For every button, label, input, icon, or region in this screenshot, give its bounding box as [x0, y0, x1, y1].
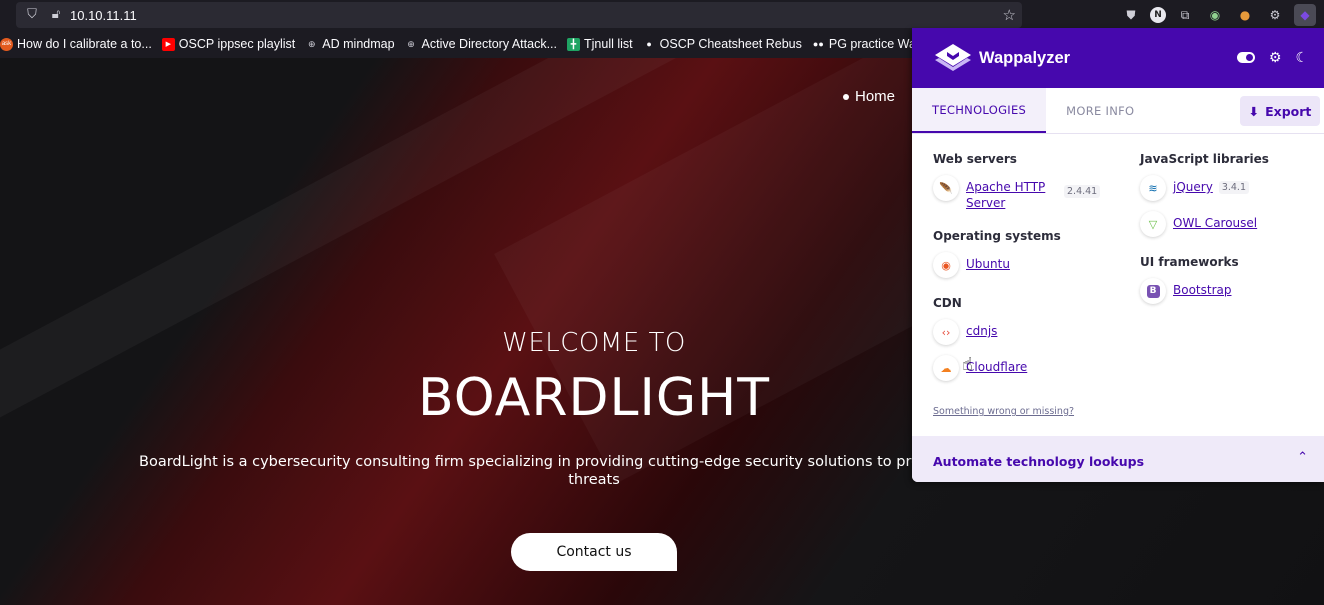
wappalyzer-logo-icon [935, 44, 971, 71]
export-button[interactable]: ⬇ Export [1240, 96, 1320, 126]
category-spacer [933, 288, 1123, 296]
bookmark-label[interactable]: PG practice Walk [829, 37, 925, 51]
tab-more-info[interactable]: MORE INFO [1046, 88, 1154, 133]
notion-icon[interactable]: N [1150, 7, 1166, 23]
wappalyzer-controls: ⚙ ☾ [1236, 50, 1308, 66]
category-heading: CDN [933, 296, 962, 310]
owl-carousel-icon: ▽ [1140, 211, 1166, 237]
technology-name-link[interactable]: Ubuntu [966, 256, 1010, 272]
category-spacer [1140, 314, 1324, 322]
globe-icon: ⊕ [308, 38, 316, 49]
cloudflare-icon: ☁ [933, 355, 959, 381]
apache-feather-icon: 🪶 [933, 175, 959, 201]
something-wrong-link[interactable]: Something wrong or missing? [933, 406, 1074, 417]
bookmark-item[interactable]: ⊕ Active Directory Attack... [405, 37, 557, 51]
url-text[interactable]: 10.10.11.11 [70, 8, 137, 23]
category-spacer [933, 391, 1123, 399]
lock-icon[interactable]: 🔓︎ [48, 7, 64, 23]
technology-name-link[interactable]: Cloudflare [966, 359, 1027, 375]
wappalyzer-brand: Wappalyzer [979, 48, 1071, 67]
bookmark-item[interactable]: ╋ Tjnull list [567, 37, 633, 51]
dark-mode-moon-icon[interactable]: ☾ [1295, 50, 1308, 66]
bookmark-label[interactable]: AD mindmap [322, 37, 394, 51]
extensions-puzzle-icon[interactable]: ⧉ [1174, 4, 1196, 26]
hand-cursor-icon: ☝ [962, 354, 973, 375]
category-spacer [1140, 247, 1324, 255]
bookmark-label[interactable]: How do I calibrate a to... [17, 37, 152, 51]
bookmark-star-icon[interactable]: ☆ [1003, 6, 1016, 24]
technology-name-link[interactable]: jQuery [1173, 179, 1213, 195]
shield-icon[interactable]: ⛉ [24, 7, 40, 23]
bookmark-item[interactable]: ask How do I calibrate a to... [0, 37, 152, 51]
technology-item[interactable]: B Bootstrap [1140, 278, 1324, 304]
github-icon: ● [646, 39, 652, 49]
browser-toolbar: ⛉ 🔓︎ 10.10.11.11 ☆ ⛊ N ⧉ ◉ ● ⚙ ◆ [0, 0, 1324, 30]
export-label: Export [1265, 103, 1312, 119]
ask-icon: ask [0, 37, 13, 51]
jquery-icon: ≋ [1140, 175, 1166, 201]
bookmark-label[interactable]: Tjnull list [584, 37, 633, 51]
wappalyzer-popup: Wappalyzer ⚙ ☾ TECHNOLOGIES MORE INFO ⬇ … [912, 28, 1324, 482]
globe-icon: ⊕ [407, 38, 415, 49]
bookmark-label[interactable]: OSCP ippsec playlist [179, 37, 296, 51]
address-bar[interactable]: ⛉ 🔓︎ 10.10.11.11 ☆ [16, 2, 1022, 28]
settings-gear-icon[interactable]: ⚙ [1269, 50, 1282, 66]
bookmark-item[interactable]: ●● PG practice Walk [812, 37, 925, 51]
nav-home-link[interactable]: Home [843, 88, 895, 105]
technology-name-link[interactable]: Apache HTTP Server [966, 179, 1056, 211]
tab-technologies[interactable]: TECHNOLOGIES [912, 88, 1047, 133]
technology-item[interactable]: ≋ jQuery 3.4.1 [1140, 175, 1324, 201]
bookmark-item[interactable]: ▶ OSCP ippsec playlist [161, 37, 296, 51]
bootstrap-icon: B [1140, 278, 1166, 304]
sheets-icon: ╋ [567, 37, 581, 51]
wappalyzer-tabs: TECHNOLOGIES MORE INFO ⬇ Export [912, 88, 1324, 134]
wappalyzer-header: Wappalyzer ⚙ ☾ [912, 28, 1324, 88]
proxy-icon[interactable]: ◉ [1204, 4, 1226, 26]
category-heading: Web servers [933, 152, 1017, 166]
category-heading: UI frameworks [1140, 255, 1239, 269]
youtube-icon: ▶ [161, 37, 175, 51]
technology-item[interactable]: ◉ Ubuntu [933, 252, 1123, 278]
cdnjs-icon: ‹› [933, 319, 959, 345]
pocket-icon[interactable]: ⛊ [1120, 4, 1142, 26]
technologies-column-right: JavaScript libraries ≋ jQuery 3.4.1 ▽ OWL Car… [1140, 152, 1324, 322]
contact-us-button[interactable]: Contact us [511, 533, 677, 571]
cookie-icon[interactable]: ● [1234, 4, 1256, 26]
automate-title[interactable]: Automate technology lookups [933, 454, 1144, 469]
technology-item[interactable]: ▽ OWL Carousel [1140, 211, 1324, 237]
settings-gear-icon[interactable]: ⚙ [1264, 4, 1286, 26]
nav-dot-icon [843, 93, 849, 100]
nav-home-label[interactable]: Home [855, 88, 895, 105]
technology-item[interactable]: 🪶 Apache HTTP Server 2.4.41 [933, 175, 1123, 211]
ubuntu-icon: ◉ [933, 252, 959, 278]
technology-item[interactable]: ‹› cdnjs [933, 319, 1123, 345]
technology-name-link[interactable]: Bootstrap [1173, 282, 1231, 298]
category-heading: Operating systems [933, 229, 1061, 243]
download-icon: ⬇ [1248, 103, 1260, 119]
category-heading: JavaScript libraries [1140, 152, 1269, 166]
category-spacer [933, 221, 1123, 229]
bookmark-item[interactable]: ● OSCP Cheatsheet Rebus [643, 37, 802, 51]
technology-version: 3.4.1 [1218, 181, 1249, 194]
bookmark-label[interactable]: Active Directory Attack... [422, 37, 557, 51]
technology-name-link[interactable]: OWL Carousel [1173, 215, 1257, 231]
chevron-up-icon[interactable]: ⌃ [1297, 450, 1308, 465]
enable-toggle[interactable] [1236, 52, 1255, 63]
automate-section[interactable]: Automate technology lookups ⌃ [912, 436, 1324, 482]
bookmark-label[interactable]: OSCP Cheatsheet Rebus [660, 37, 802, 51]
extension-icons: ⛊ N ⧉ ◉ ● ⚙ ◆ [1120, 3, 1316, 27]
technology-version: 2.4.41 [1064, 185, 1101, 198]
medium-icon: ●● [812, 39, 824, 49]
wappalyzer-extension-icon[interactable]: ◆ [1294, 4, 1316, 26]
bookmark-item[interactable]: ⊕ AD mindmap [305, 37, 395, 51]
technology-name-link[interactable]: cdnjs [966, 323, 997, 339]
